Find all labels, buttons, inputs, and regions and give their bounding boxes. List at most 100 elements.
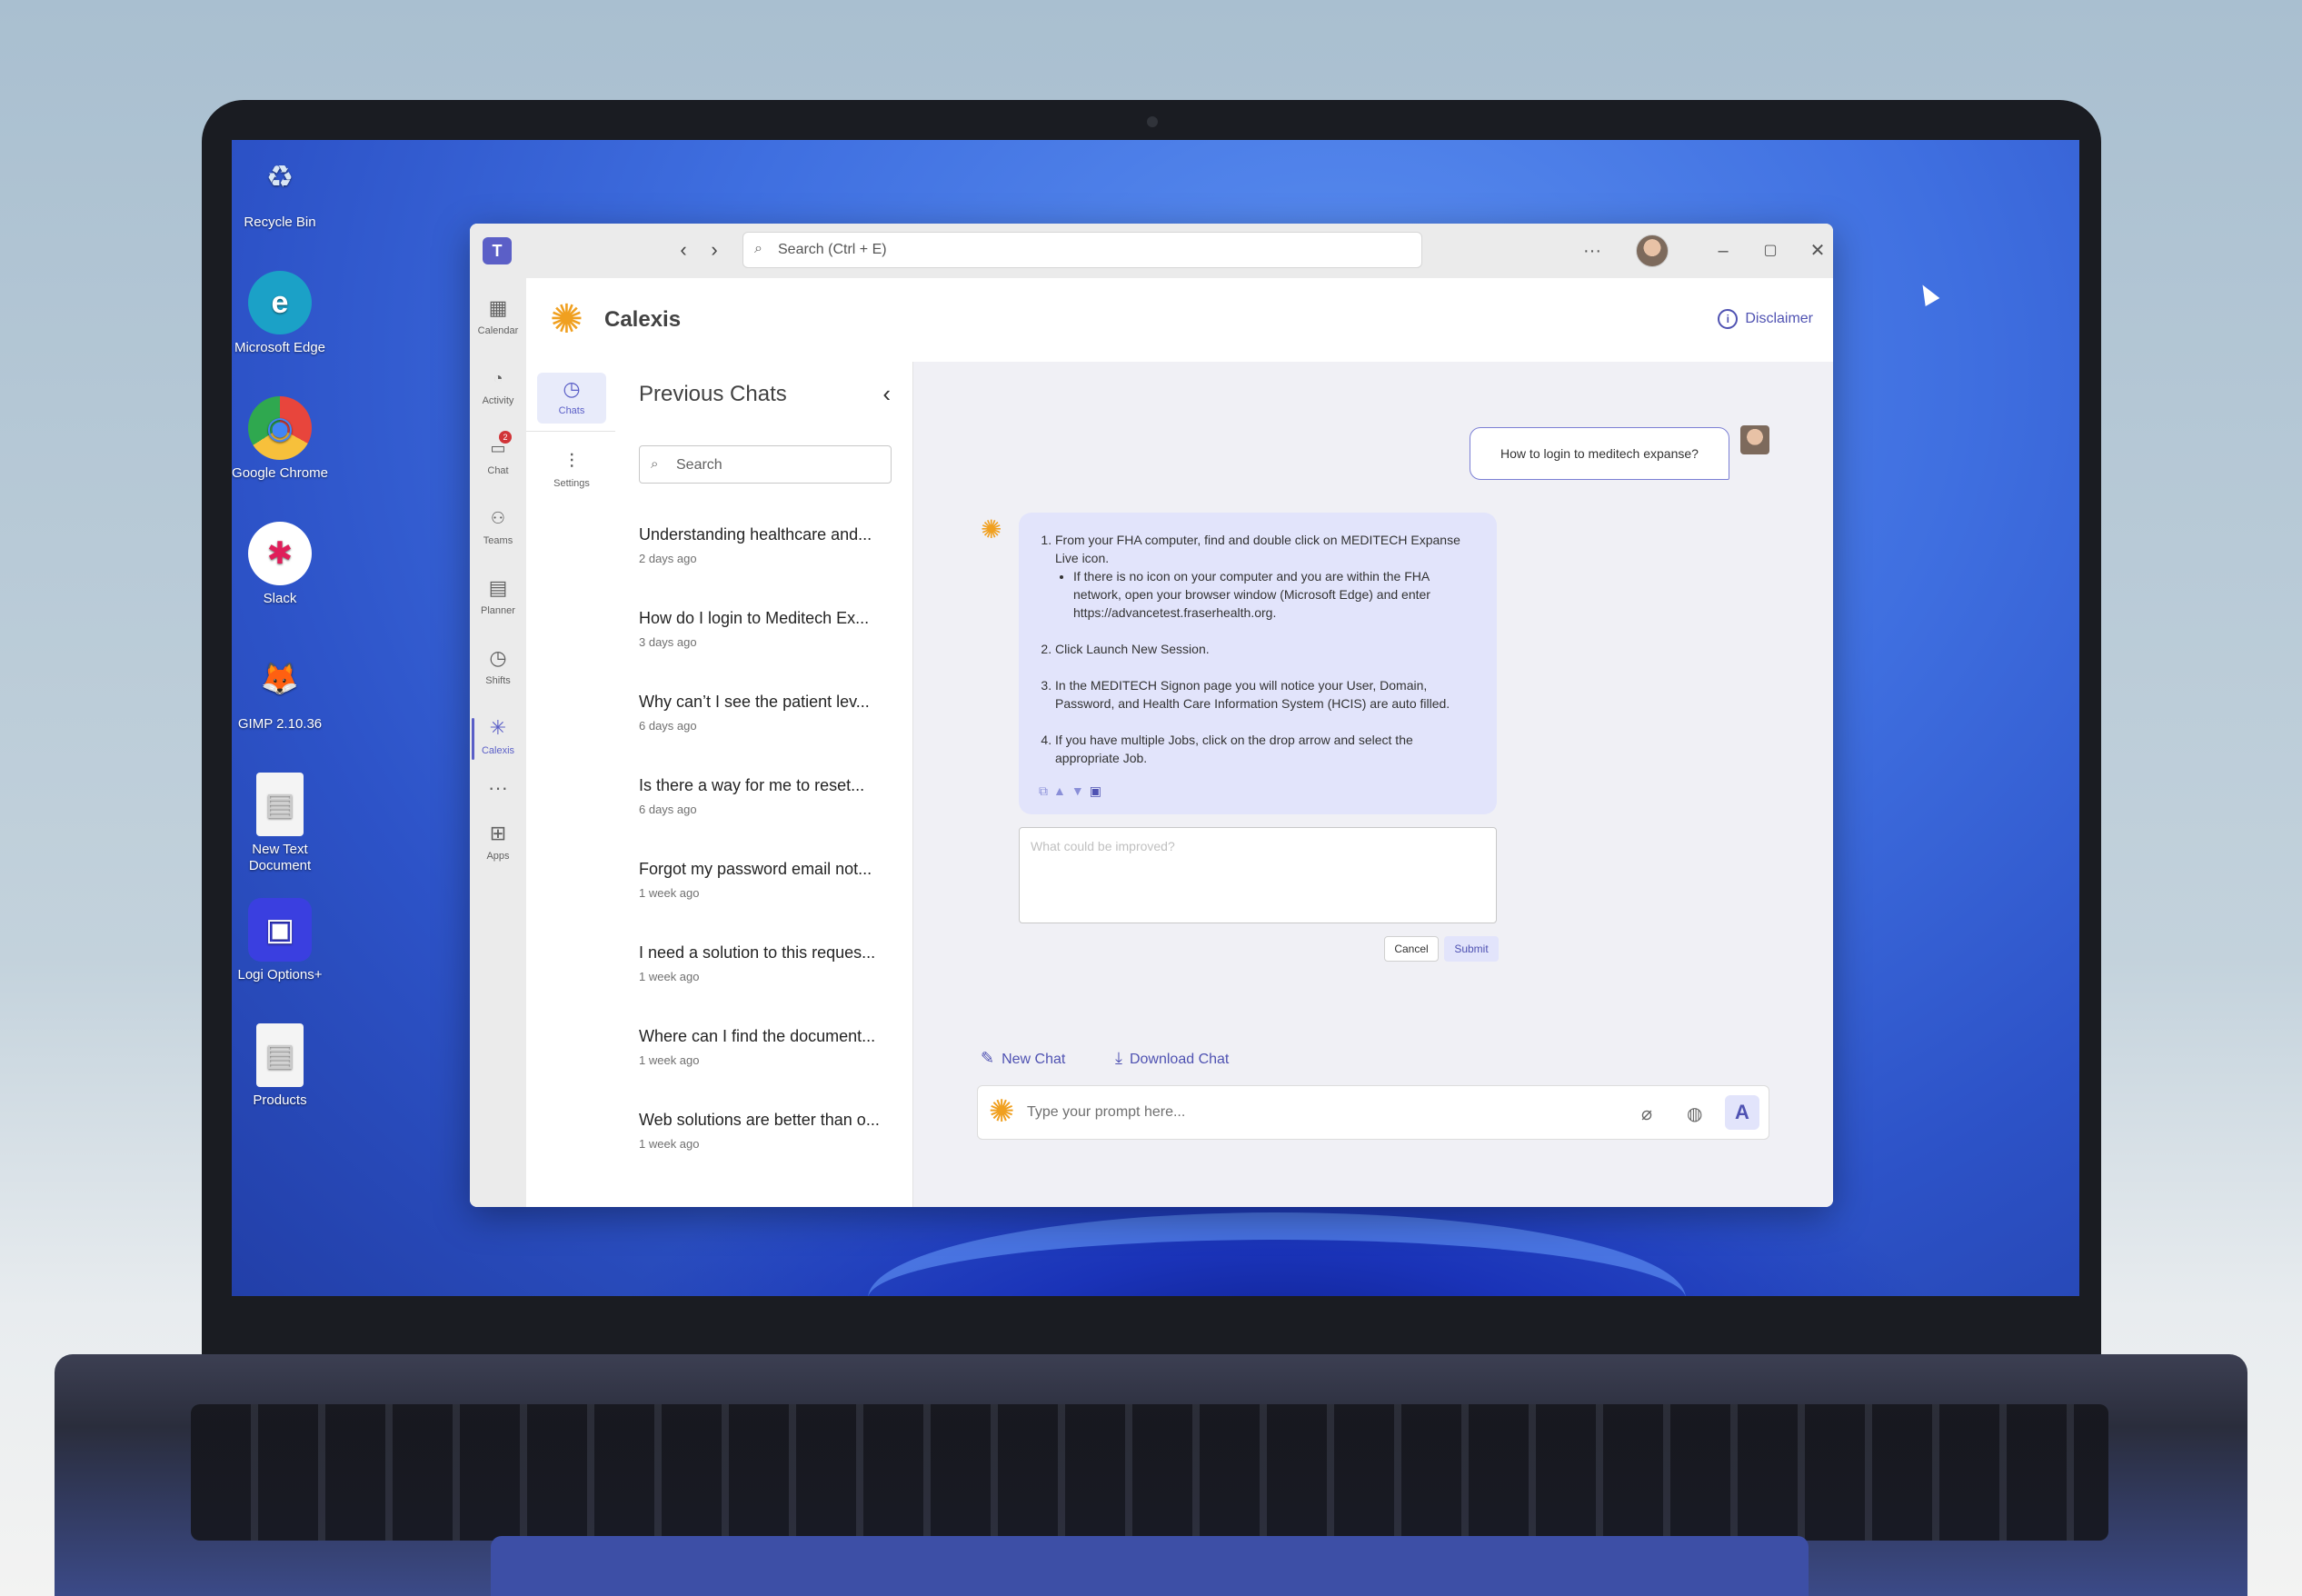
send-button[interactable]: A [1725, 1095, 1759, 1130]
rail-item-calexis[interactable]: ✳ Calexis [470, 709, 526, 773]
more-options-icon[interactable]: ··· [1577, 236, 1608, 265]
desktop-icon-logi[interactable]: ▣ Logi Options+ [225, 898, 334, 983]
app-header: ✺ Calexis i Disclaimer [526, 278, 1833, 363]
chat-date: 6 days ago [639, 719, 697, 733]
keyboard [191, 1404, 2108, 1541]
desktop-icon-gimp[interactable]: 🦊 GIMP 2.10.36 [225, 647, 334, 733]
rail-label: Calendar [477, 325, 519, 336]
chat-title: How do I login to Meditech Ex... [639, 609, 870, 627]
list-item[interactable]: Understanding healthcare and... 2 days a… [639, 525, 889, 589]
clock-icon: ◷ [563, 377, 581, 400]
subrail-item-settings[interactable]: ⫶ Settings [537, 445, 606, 496]
list-item[interactable]: Is there a way for me to reset... 6 days… [639, 776, 889, 840]
chat-title: Web solutions are better than o... [639, 1111, 880, 1129]
edge-icon: e [248, 271, 312, 334]
gimp-icon: 🦊 [260, 662, 300, 696]
edit-icon: ✎ [981, 1049, 995, 1067]
desktop-icon-label: Products [253, 1092, 307, 1108]
desktop-icon-slack[interactable]: ✱ Slack [225, 522, 334, 607]
minimize-icon[interactable]: – [1708, 236, 1739, 265]
unread-badge: 2 [499, 431, 512, 444]
steps-list: From your FHA computer, find and double … [1037, 531, 1479, 767]
desktop-icon-label: Microsoft Edge [234, 340, 326, 355]
list-item: Click Launch New Session. [1055, 640, 1479, 658]
rail-item-more[interactable]: ··· [470, 769, 526, 805]
rail-item-planner[interactable]: ▤ Planner [470, 569, 526, 633]
download-chat-label: Download Chat [1129, 1052, 1230, 1067]
list-item[interactable]: I need a solution to this reques... 1 we… [639, 943, 889, 1007]
logi-options-icon: ▣ [248, 898, 312, 962]
teams-icon: ⚇ [490, 509, 506, 527]
copy-icon[interactable]: ⧉ [1039, 783, 1053, 798]
teams-logo-icon: T [483, 237, 512, 264]
new-chat-button[interactable]: ✎ New Chat [981, 1049, 1065, 1068]
desktop-icon-label: Slack [263, 591, 297, 606]
close-icon[interactable]: ✕ [1802, 236, 1833, 265]
document-icon: ▤ [256, 773, 304, 836]
desktop-icon-label: Logi Options+ [237, 967, 323, 983]
rail-label: Activity [482, 395, 514, 406]
thumbs-down-icon[interactable]: ▼ [1071, 783, 1090, 798]
desktop-icon-recycle-bin[interactable]: ♻ Recycle Bin [225, 145, 334, 231]
rail-label: Calexis [481, 745, 515, 756]
new-chat-label: New Chat [1002, 1052, 1066, 1067]
feedback-icon[interactable]: ▣ [1090, 783, 1107, 798]
back-arrow-icon[interactable]: ‹ [670, 236, 697, 264]
calexis-icon: ✳ [489, 716, 507, 739]
collapse-panel-icon[interactable]: ‹ [882, 380, 891, 408]
disclaimer-link[interactable]: i Disclaimer [1718, 309, 1813, 329]
desktop-icon-chrome[interactable]: ◉ Google Chrome [225, 396, 334, 482]
desktop-icon-products[interactable]: ▤ Products [225, 1023, 334, 1109]
chat-date: 6 days ago [639, 803, 697, 816]
list-item[interactable]: Where can I find the document... 1 week … [639, 1027, 889, 1091]
previous-chats-title: Previous Chats [639, 382, 787, 406]
chat-search-input[interactable]: ⌕ Search [639, 445, 892, 484]
desktop-icon-label: GIMP 2.10.36 [237, 716, 323, 732]
calexis-logo-icon: ✺ [989, 1094, 1015, 1129]
avatar[interactable] [1636, 234, 1669, 267]
desktop-icon-label: Recycle Bin [244, 214, 316, 230]
cancel-button[interactable]: Cancel [1384, 936, 1439, 962]
rail-label: Planner [481, 605, 515, 616]
search-icon: ⌕ [754, 241, 762, 256]
rail-item-teams[interactable]: ⚇ Teams [470, 499, 526, 563]
submit-button[interactable]: Submit [1444, 936, 1499, 962]
forward-arrow-icon[interactable]: › [701, 236, 728, 264]
search-icon: ⌕ [651, 456, 659, 472]
teams-window: T ‹ › ⌕ Search (Ctrl + E) ··· – ▢ ✕ ▦ Ca… [470, 224, 1833, 1207]
divider [526, 431, 615, 432]
maximize-icon[interactable]: ▢ [1755, 236, 1786, 265]
subrail-item-chats[interactable]: ◷ Chats [537, 373, 606, 424]
bot-message: From your FHA computer, find and double … [1019, 513, 1497, 814]
rail-item-chat[interactable]: ▭ 2 Chat [470, 429, 526, 493]
list-item[interactable]: How do I login to Meditech Ex... 3 days … [639, 609, 889, 673]
rail-item-activity[interactable]: ◔ Activity [470, 359, 526, 423]
titlebar: T ‹ › ⌕ Search (Ctrl + E) ··· – ▢ ✕ [470, 224, 1833, 279]
list-item: If there is no icon on your computer and… [1073, 567, 1479, 622]
planner-icon: ▤ [488, 576, 508, 599]
chat-icon: ▭ [490, 439, 506, 457]
list-item[interactable]: Forgot my password email not... 1 week a… [639, 860, 889, 923]
desktop-icon-label: New Text Document [248, 842, 312, 873]
attach-icon[interactable]: ⌀ [1641, 1102, 1652, 1125]
rail-item-apps[interactable]: ⊞ Apps [470, 814, 526, 878]
desktop-icon-text-document[interactable]: ▤ New Text Document [225, 773, 334, 874]
chat-title: Understanding healthcare and... [639, 525, 872, 544]
calexis-logo-icon: ✺ [550, 297, 583, 342]
microphone-icon[interactable]: ◍ [1687, 1102, 1702, 1125]
list-item: In the MEDITECH Signon page you will not… [1055, 676, 1479, 713]
list-item[interactable]: Web solutions are better than o... 1 wee… [639, 1111, 889, 1174]
document-icon: ▤ [256, 1023, 304, 1087]
list-item[interactable]: Why can’t I see the patient lev... 6 day… [639, 693, 889, 756]
global-search-input[interactable]: ⌕ Search (Ctrl + E) [742, 232, 1422, 268]
sub-list: If there is no icon on your computer and… [1055, 567, 1479, 622]
thumbs-up-icon[interactable]: ▲ [1053, 783, 1071, 798]
app-title: Calexis [604, 307, 682, 332]
prompt-input[interactable]: ✺ Type your prompt here... ⌀ ◍ A [977, 1085, 1769, 1140]
feedback-input[interactable]: What could be improved? [1019, 827, 1497, 923]
desktop-icon-edge[interactable]: e Microsoft Edge [225, 271, 334, 356]
rail-item-shifts[interactable]: ◷ Shifts [470, 639, 526, 703]
rail-item-calendar[interactable]: ▦ Calendar [470, 289, 526, 353]
list-item: From your FHA computer, find and double … [1055, 531, 1479, 622]
download-chat-button[interactable]: ⤓ Download Chat [1115, 1049, 1229, 1068]
